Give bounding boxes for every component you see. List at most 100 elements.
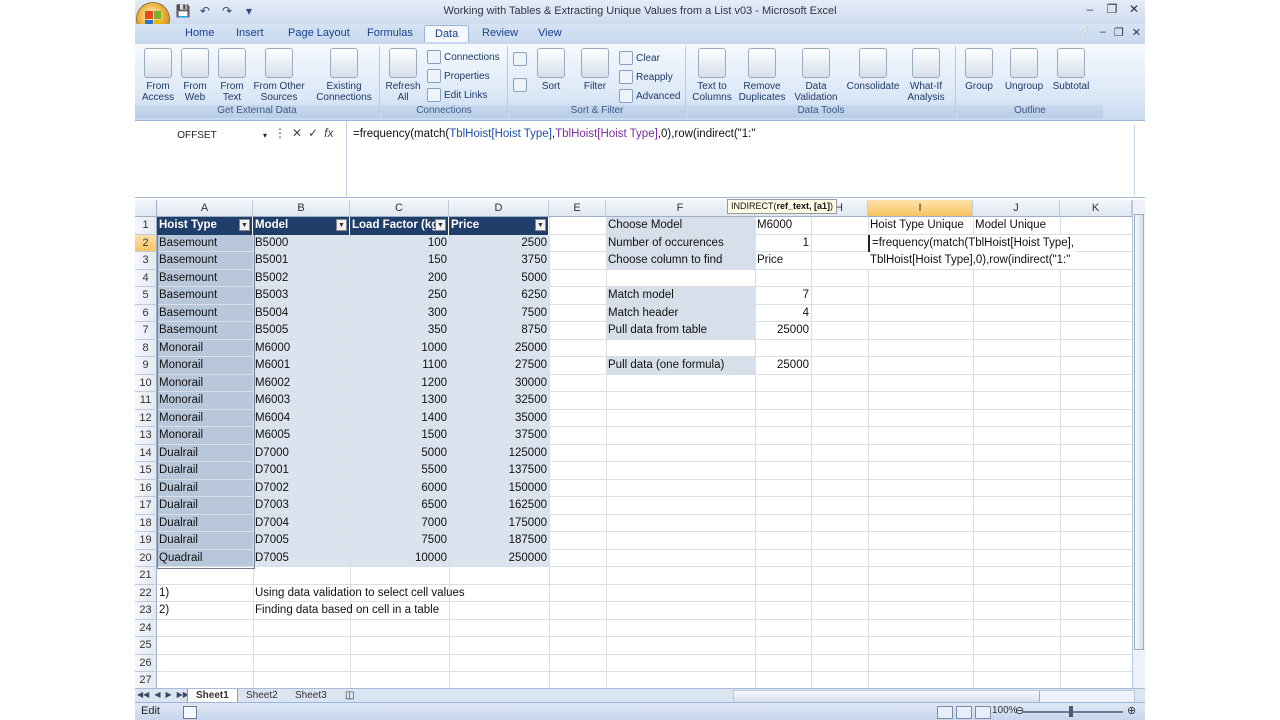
table-cell[interactable]: 150000 (449, 480, 549, 497)
row-header[interactable]: 18 (135, 514, 157, 532)
table-cell[interactable]: 30000 (449, 375, 549, 392)
table-cell[interactable]: 175000 (449, 515, 549, 532)
table-cell[interactable]: 5000 (449, 270, 549, 287)
macro-record-icon[interactable] (183, 706, 197, 719)
table-cell[interactable]: 1300 (350, 392, 449, 409)
lookup-value[interactable]: 4 (755, 305, 811, 322)
sort-az-button[interactable] (513, 52, 527, 66)
table-cell[interactable]: 5000 (350, 445, 449, 462)
workbook-minimize-icon[interactable]: – (1100, 26, 1106, 39)
table-cell[interactable]: Basemount (157, 252, 253, 269)
data-validation-button[interactable]: Data Validation (791, 48, 841, 103)
hoist-type-unique-header[interactable]: Hoist Type Unique (868, 217, 966, 234)
row-header[interactable]: 4 (135, 269, 157, 287)
sort-za-button[interactable] (513, 78, 527, 92)
table-cell[interactable]: Basemount (157, 235, 253, 252)
formula-bar-expand[interactable] (1134, 125, 1145, 195)
lookup-value[interactable]: Price (755, 252, 811, 269)
table-cell[interactable]: D7001 (253, 462, 350, 479)
column-header-c[interactable]: C (350, 200, 449, 217)
table-cell[interactable]: B5000 (253, 235, 350, 252)
table-cell[interactable]: 300 (350, 305, 449, 322)
tab-view[interactable]: View (538, 27, 562, 39)
existing-connections-button[interactable]: Existing Connections (311, 48, 377, 103)
table-cell[interactable]: 162500 (449, 497, 549, 514)
select-all-corner[interactable] (135, 200, 157, 217)
row-header[interactable]: 24 (135, 619, 157, 637)
properties-button[interactable]: Properties (427, 69, 490, 83)
filter-dropdown-icon[interactable]: ▼ (535, 219, 546, 231)
tab-insert[interactable]: Insert (236, 27, 264, 39)
lookup-value[interactable]: 25000 (755, 322, 811, 339)
table-cell[interactable]: D7000 (253, 445, 350, 462)
group-button[interactable]: Group (959, 48, 999, 92)
zoom-level[interactable]: 100% (992, 705, 1018, 716)
column-header-b[interactable]: B (253, 200, 350, 217)
table-cell[interactable]: 137500 (449, 462, 549, 479)
table-cell[interactable]: Monorail (157, 357, 253, 374)
minimize-icon[interactable]: – (1083, 2, 1097, 16)
row-header[interactable]: 15 (135, 462, 157, 480)
lookup-value[interactable]: 7 (755, 287, 811, 304)
table-cell[interactable]: Monorail (157, 375, 253, 392)
table-cell[interactable]: 1000 (350, 340, 449, 357)
row-header[interactable]: 20 (135, 549, 157, 567)
row-header[interactable]: 22 (135, 584, 157, 602)
from-text-button[interactable]: From Text (215, 48, 249, 103)
edit-links-button[interactable]: Edit Links (427, 88, 487, 102)
page-layout-view-icon[interactable] (956, 706, 972, 719)
normal-view-icon[interactable] (937, 706, 953, 719)
close-icon[interactable]: ✕ (1127, 2, 1141, 16)
table-cell[interactable]: 8750 (449, 322, 549, 339)
what-if-analysis-button[interactable]: What-If Analysis (903, 48, 949, 103)
table-cell[interactable]: D7005 (253, 532, 350, 549)
lookup-value[interactable]: M6000 (755, 217, 811, 234)
table-cell[interactable]: Dualrail (157, 462, 253, 479)
table-cell[interactable]: B5001 (253, 252, 350, 269)
table-cell[interactable]: Monorail (157, 410, 253, 427)
row-header[interactable]: 3 (135, 252, 157, 270)
prev-sheet-icon[interactable]: ◀ (154, 690, 160, 699)
column-header-i[interactable]: I (868, 200, 973, 217)
row-header[interactable]: 10 (135, 374, 157, 392)
table-cell[interactable]: B5003 (253, 287, 350, 304)
table-cell[interactable]: Dualrail (157, 445, 253, 462)
ungroup-button[interactable]: Ungroup (1001, 48, 1047, 92)
tab-data[interactable]: Data (424, 25, 470, 42)
table-cell[interactable]: Dualrail (157, 515, 253, 532)
table-cell[interactable]: 250000 (449, 550, 549, 567)
table-header-load-factor[interactable]: Load Factor (kg) ▼ (350, 217, 449, 235)
column-header-d[interactable]: D (449, 200, 549, 217)
help-icon[interactable]: ❔ (1078, 26, 1092, 39)
table-cell[interactable]: Monorail (157, 427, 253, 444)
table-cell[interactable]: 27500 (449, 357, 549, 374)
from-other-sources-button[interactable]: From Other Sources (250, 48, 308, 103)
consolidate-button[interactable]: Consolidate (845, 48, 901, 92)
table-cell[interactable]: 6250 (449, 287, 549, 304)
table-cell[interactable]: 250 (350, 287, 449, 304)
advanced-button[interactable]: Advanced (619, 89, 680, 103)
worksheet-grid[interactable]: ABCDEFGHIJK12345678910111213141516171819… (135, 200, 1132, 688)
next-sheet-icon[interactable]: ▶ (165, 690, 171, 699)
lookup-value[interactable]: 1 (755, 235, 811, 252)
table-header-model[interactable]: Model ▼ (253, 217, 350, 235)
table-cell[interactable]: 25000 (449, 340, 549, 357)
table-cell[interactable]: M6005 (253, 427, 350, 444)
remove-duplicates-button[interactable]: Remove Duplicates (737, 48, 787, 103)
table-cell[interactable]: 7500 (449, 305, 549, 322)
table-cell[interactable]: Quadrail (157, 550, 253, 567)
from-web-button[interactable]: From Web (178, 48, 212, 103)
row-header[interactable]: 2 (135, 234, 157, 252)
clear-button[interactable]: Clear (619, 51, 660, 65)
table-cell[interactable]: 35000 (449, 410, 549, 427)
table-cell[interactable]: 1200 (350, 375, 449, 392)
table-cell[interactable]: Dualrail (157, 532, 253, 549)
filter-dropdown-icon[interactable]: ▼ (435, 219, 446, 231)
row-header[interactable]: 6 (135, 304, 157, 322)
column-header-k[interactable]: K (1060, 200, 1132, 217)
table-cell[interactable]: D7003 (253, 497, 350, 514)
expand-icon[interactable]: ⋮ (274, 126, 286, 140)
vertical-scrollbar[interactable] (1132, 200, 1145, 688)
table-cell[interactable]: 125000 (449, 445, 549, 462)
tab-home[interactable]: Home (185, 27, 214, 39)
